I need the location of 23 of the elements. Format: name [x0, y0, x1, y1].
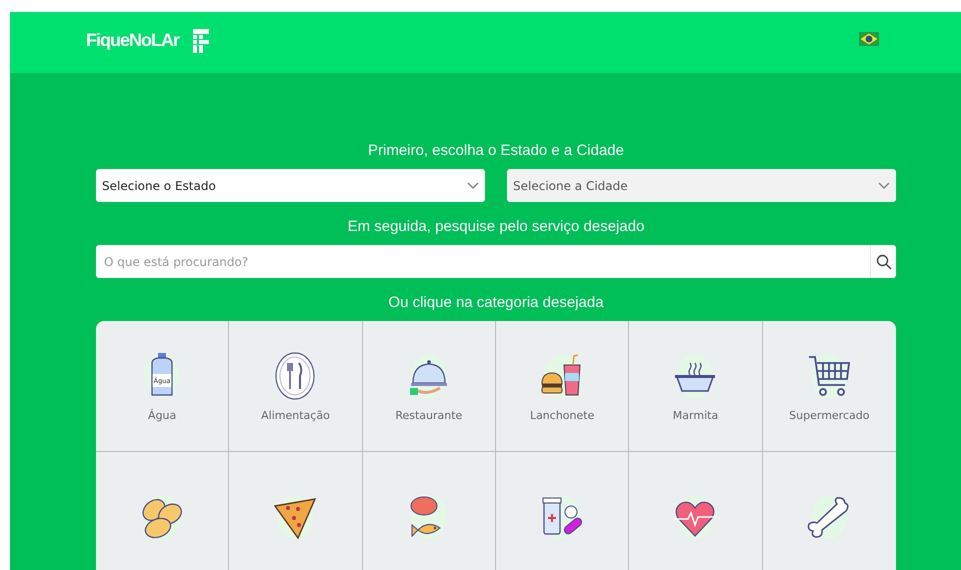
step-heading: Em seguida, pesquise pelo serviço desejado	[348, 218, 644, 235]
state-select[interactable]: Selecione o Estado	[96, 169, 485, 202]
step-heading: Primeiro, escolha o Estado e a Cidade	[368, 142, 624, 159]
category-tile[interactable]: Marmita	[629, 321, 763, 452]
category-label: Marmita	[672, 408, 718, 422]
grid-logo-icon	[193, 28, 209, 52]
category-tile[interactable]: Lanchonete	[496, 321, 630, 452]
category-label: Água	[148, 408, 176, 422]
category-tile[interactable]: Supermercado	[762, 321, 896, 452]
category-label: Restaurante	[395, 408, 462, 422]
category-label: Lanchonete	[530, 408, 594, 422]
flag-icon[interactable]	[859, 32, 879, 46]
chevron-down-icon	[467, 182, 479, 190]
water-bottle-icon	[144, 352, 180, 398]
category-label: Supermercado	[789, 408, 870, 422]
search-button[interactable]	[870, 245, 896, 278]
category-label: Alimentação	[261, 408, 330, 422]
category-tile[interactable]: Restaurante	[362, 321, 496, 452]
search-field[interactable]: O que está procurando?	[96, 245, 870, 278]
step-heading: Ou clique na categoria desejada	[388, 294, 604, 311]
chevron-down-icon	[878, 182, 890, 190]
category-tile[interactable]: Alimentação	[229, 321, 363, 452]
search-icon	[876, 254, 892, 270]
